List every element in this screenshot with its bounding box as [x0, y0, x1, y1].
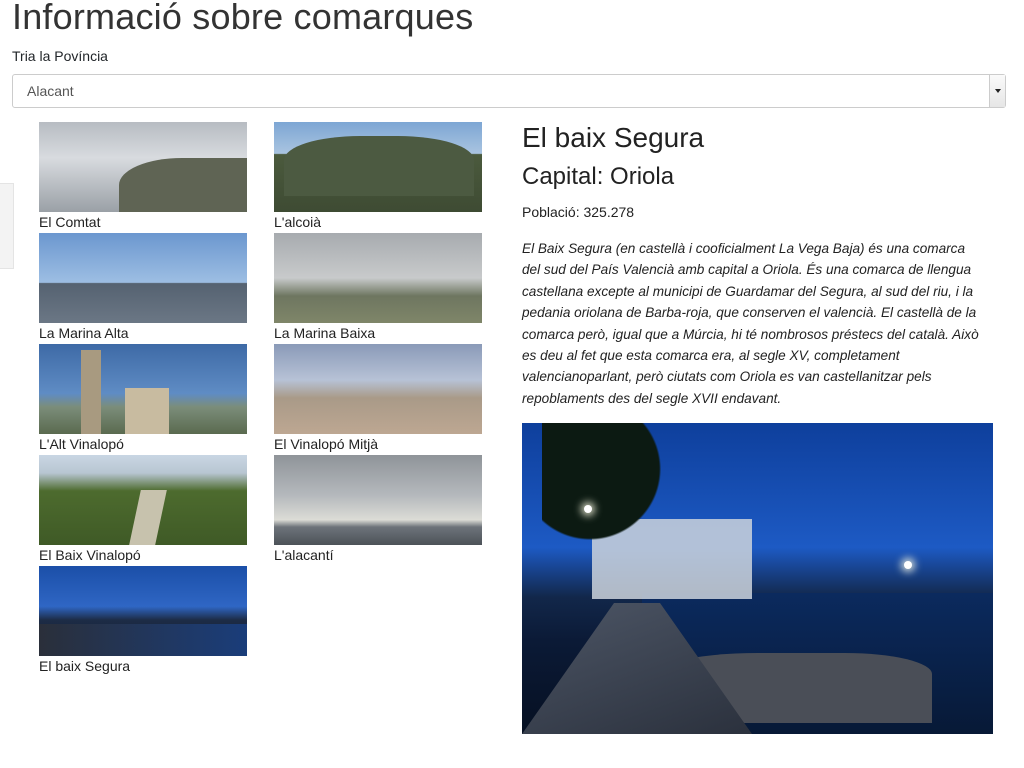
comarca-title: El baix Segura	[522, 122, 705, 153]
comarca-name: El Vinalopó Mitjà	[274, 436, 379, 452]
city-photo-icon[interactable]	[274, 344, 482, 434]
comarca-description: El Baix Segura (en castellà i cooficialm…	[522, 241, 979, 406]
mountain-photo-icon[interactable]	[39, 122, 247, 212]
castle-photo-icon[interactable]	[39, 344, 247, 434]
coast-night-photo-icon	[522, 423, 993, 734]
comarca-item-la-marina-alta[interactable]: La Marina Alta	[39, 233, 247, 341]
comarca-item-lalt-vinalopo[interactable]: L'Alt Vinalopó	[39, 344, 247, 452]
comarca-item-la-marina-baixa[interactable]: La Marina Baixa	[274, 233, 482, 341]
mountain-photo-icon[interactable]	[274, 233, 482, 323]
comarca-name: La Marina Baixa	[274, 325, 376, 341]
chevron-down-icon[interactable]	[989, 75, 1005, 107]
mountain-photo-icon[interactable]	[39, 233, 247, 323]
comarca-population: Població: 325.278	[522, 204, 635, 220]
comarca-name: El Baix Vinalopó	[39, 547, 141, 563]
lamp-icon	[904, 561, 912, 569]
comarca-item-el-baix-vinalopo[interactable]: El Baix Vinalopó	[39, 455, 247, 563]
comarca-name: L'alcoià	[274, 214, 322, 230]
comarca-name: El baix Segura	[39, 658, 131, 674]
comarca-name: L'alacantí	[274, 547, 334, 563]
valley-photo-icon[interactable]	[39, 455, 247, 545]
palm-tree-shape	[542, 423, 662, 653]
comarca-name: La Marina Alta	[39, 325, 129, 341]
side-tab[interactable]	[0, 183, 14, 269]
comarca-capital: Capital: Oriola	[522, 163, 675, 190]
lamp-icon	[584, 505, 592, 513]
comarca-name: L'Alt Vinalopó	[39, 436, 124, 452]
province-select-label: Tria la Povíncia	[12, 48, 108, 64]
comarca-name: El Comtat	[39, 214, 101, 230]
sea-photo-icon[interactable]	[274, 455, 482, 545]
comarca-item-el-baix-segura[interactable]: El baix Segura	[39, 566, 247, 674]
coast-photo-icon[interactable]	[39, 566, 247, 656]
comarca-item-el-comtat[interactable]: El Comtat	[39, 122, 247, 230]
comarca-item-el-vinalopo-mitja[interactable]: El Vinalopó Mitjà	[274, 344, 482, 452]
comarca-item-lalcoia[interactable]: L'alcoià	[274, 122, 482, 230]
page-title: Informació sobre comarques	[12, 0, 474, 37]
comarca-item-lalacanti[interactable]: L'alacantí	[274, 455, 482, 563]
province-select[interactable]: Alacant	[12, 74, 1006, 108]
province-select-value: Alacant	[27, 83, 74, 99]
mountain-photo-icon[interactable]	[274, 122, 482, 212]
